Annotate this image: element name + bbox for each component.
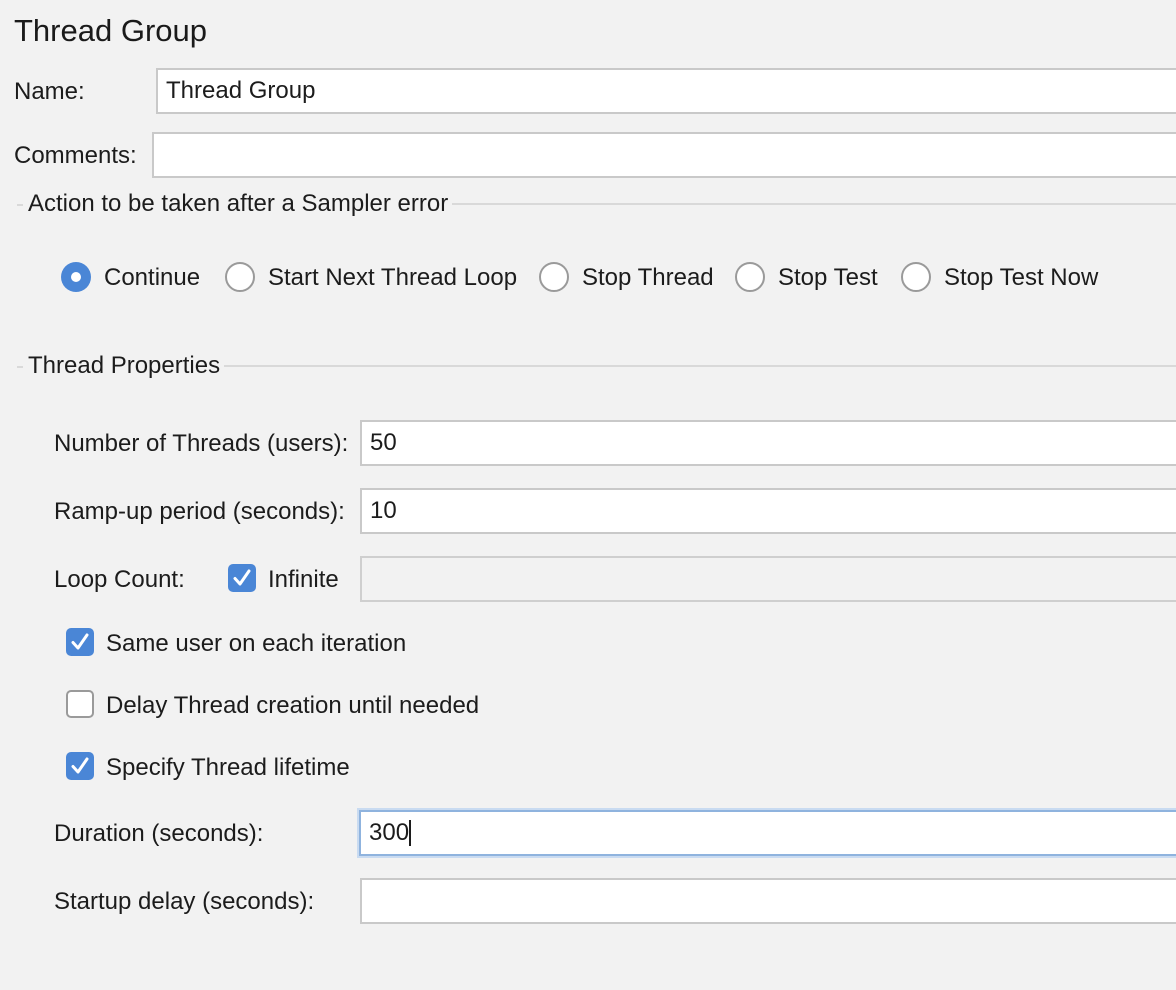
sampler-error-section-title: Action to be taken after a Sampler error (28, 190, 449, 217)
loop-count-field (360, 556, 1176, 602)
radio-label: Stop Test Now (944, 264, 1099, 291)
radio-button[interactable] (539, 262, 569, 292)
loop-count-label: Loop Count: (54, 566, 185, 593)
check-icon (71, 633, 89, 650)
specify-lifetime-checkbox[interactable] (66, 752, 94, 780)
duration-field[interactable] (359, 810, 1176, 856)
check-icon (71, 757, 89, 774)
duration-label: Duration (seconds): (54, 820, 264, 847)
num-threads-label: Number of Threads (users): (54, 430, 349, 457)
name-label: Name: (14, 78, 85, 105)
thread-properties-section-title: Thread Properties (28, 352, 221, 379)
check-icon (233, 569, 251, 586)
ramp-up-field[interactable] (360, 488, 1176, 534)
radio-button[interactable] (901, 262, 931, 292)
same-user-label: Same user on each iteration (106, 630, 407, 657)
radio-button[interactable] (61, 262, 91, 292)
section-border-left (17, 366, 23, 368)
startup-delay-label: Startup delay (seconds): (54, 888, 315, 915)
panel-title: Thread Group (14, 13, 207, 48)
radio-button[interactable] (225, 262, 255, 292)
radio-label: Continue (104, 264, 201, 291)
comments-field[interactable] (152, 132, 1176, 178)
startup-delay-field[interactable] (360, 878, 1176, 924)
num-threads-field[interactable] (360, 420, 1176, 466)
radio-label: Start Next Thread Loop (268, 264, 518, 291)
specify-lifetime-label: Specify Thread lifetime (106, 754, 350, 781)
infinite-label: Infinite (268, 566, 339, 593)
radio-button[interactable] (735, 262, 765, 292)
infinite-checkbox[interactable] (228, 564, 256, 592)
section-border-top (224, 365, 1176, 367)
section-border-top (452, 203, 1176, 205)
name-field[interactable] (156, 68, 1176, 114)
ramp-up-label: Ramp-up period (seconds): (54, 498, 345, 525)
delay-creation-label: Delay Thread creation until needed (106, 692, 480, 719)
delay-creation-checkbox[interactable] (66, 690, 94, 718)
comments-label: Comments: (14, 142, 137, 169)
text-caret (409, 820, 411, 846)
same-user-checkbox[interactable] (66, 628, 94, 656)
section-border-left (17, 204, 23, 206)
radio-label: Stop Test (778, 264, 878, 291)
radio-label: Stop Thread (582, 264, 714, 291)
